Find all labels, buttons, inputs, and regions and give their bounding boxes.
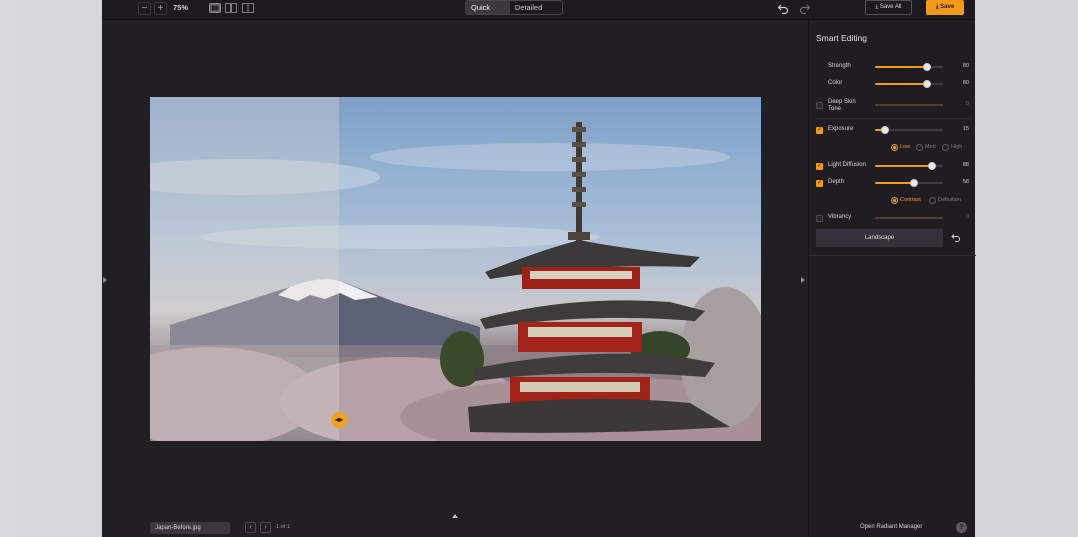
deep-skin-tone-row: Deep Skin Tone 0 [809, 96, 976, 114]
file-name: Japan-Before.jpg [155, 525, 201, 531]
expand-filmstrip-icon[interactable] [452, 514, 458, 518]
exposure-knob[interactable] [881, 126, 889, 134]
split-view-icon[interactable] [242, 3, 254, 13]
exposure-high-radio[interactable]: High [942, 143, 962, 151]
color-label: Color [828, 80, 843, 86]
light-diffusion-row: Light Diffusion 88 [809, 159, 976, 173]
exposure-med-radio[interactable]: Med [916, 143, 936, 151]
tab-detailed-edit[interactable]: Detailed Edit [510, 1, 562, 14]
preset-select[interactable]: Landscape [816, 229, 943, 247]
color-fill [875, 83, 927, 85]
light-diffusion-value: 88 [962, 162, 969, 168]
page-count: 1 of 1 [276, 524, 290, 530]
smart-editing-panel: Smart Editing Strength 80 Color 80 Deep … [808, 20, 976, 537]
file-select[interactable]: Japan-Before.jpg [150, 522, 230, 534]
save-label: Save [940, 4, 955, 10]
left-panel-toggle-icon[interactable] [103, 277, 107, 283]
depth-contrast-radio[interactable]: Contrast [891, 196, 921, 204]
compare-slider-handle[interactable]: ◂▸ [331, 412, 347, 428]
exposure-low-radio[interactable]: Low [891, 143, 910, 151]
strength-slider[interactable] [875, 63, 943, 71]
prev-image-button[interactable]: ‹ [245, 522, 256, 533]
strength-row: Strength 80 [809, 60, 976, 74]
vibrancy-row: Vibrancy 0 [809, 211, 976, 225]
vibrancy-slider[interactable] [875, 217, 943, 219]
strength-label: Strength [828, 63, 851, 69]
vibrancy-fill [875, 217, 943, 219]
light-diffusion-fill [875, 165, 932, 167]
single-view-icon[interactable] [209, 3, 221, 13]
top-toolbar: − + 75% Quick Edit Detailed Edit ⤓ [102, 0, 975, 20]
divider [815, 118, 970, 119]
before-preview-overlay [150, 97, 339, 441]
color-value: 80 [962, 80, 969, 86]
tab-quick-edit[interactable]: Quick Edit [466, 1, 510, 14]
split-arrows-icon: ◂▸ [334, 415, 344, 424]
light-diffusion-checkbox[interactable] [816, 162, 823, 170]
deep-skin-tone-value: 0 [965, 101, 969, 107]
side-by-side-view-icon[interactable] [225, 3, 237, 13]
undo-icon[interactable] [777, 2, 789, 14]
deep-skin-tone-label: Deep Skin Tone [828, 99, 856, 112]
deep-skin-tone-slider[interactable] [875, 104, 943, 106]
vibrancy-checkbox[interactable] [816, 215, 823, 222]
color-slider[interactable] [875, 80, 943, 88]
strength-knob[interactable] [923, 63, 931, 71]
editor-window: − + 75% Quick Edit Detailed Edit ⤓ [102, 0, 976, 537]
exposure-checkbox[interactable] [816, 126, 823, 134]
color-knob[interactable] [923, 80, 931, 88]
reset-icon[interactable] [951, 233, 961, 243]
exposure-options: Low Med High [809, 142, 976, 152]
strength-value: 80 [962, 63, 969, 69]
save-all-button[interactable]: ⤓ Save All [865, 0, 912, 15]
color-row: Color 80 [809, 77, 976, 91]
right-panel-toggle-icon[interactable] [801, 277, 805, 283]
deep-skin-tone-checkbox[interactable] [816, 102, 823, 109]
image-canvas: ◂▸ Japan-Before.jpg ‹ › 1 of 1 [102, 20, 808, 537]
edit-mode-tabs: Quick Edit Detailed Edit [465, 0, 563, 15]
light-diffusion-slider[interactable] [875, 162, 943, 170]
strength-fill [875, 66, 927, 68]
depth-checkbox[interactable] [816, 179, 823, 187]
depth-row: Depth 58 [809, 176, 976, 190]
exposure-slider[interactable] [875, 126, 943, 134]
photo-preview[interactable]: ◂▸ [150, 97, 761, 441]
exposure-value: 15 [962, 126, 969, 132]
save-all-label: Save All [879, 4, 902, 10]
vibrancy-label: Vibrancy [828, 214, 852, 220]
light-diffusion-knob[interactable] [928, 162, 936, 170]
depth-label: Depth [828, 179, 845, 185]
depth-value: 58 [962, 179, 969, 185]
vibrancy-value: 0 [965, 214, 969, 220]
save-button[interactable]: ⤓ Save [926, 0, 964, 15]
depth-definition-radio[interactable]: Definition [929, 196, 961, 204]
open-radiant-manager-link[interactable]: Open Radiant Manager [860, 524, 922, 530]
redo-icon[interactable] [799, 2, 811, 14]
exposure-label: Exposure [828, 126, 854, 132]
zoom-in-button[interactable]: + [154, 2, 167, 15]
depth-fill [875, 182, 914, 184]
depth-slider[interactable] [875, 179, 943, 187]
exposure-row: Exposure 15 [809, 123, 976, 137]
zoom-level[interactable]: 75% [173, 3, 188, 12]
divider [809, 255, 976, 256]
depth-knob[interactable] [910, 179, 918, 187]
zoom-out-button[interactable]: − [138, 2, 151, 15]
next-image-button[interactable]: › [260, 522, 271, 533]
deep-skin-tone-fill [875, 104, 943, 106]
bottom-bar: Japan-Before.jpg ‹ › 1 of 1 [102, 514, 808, 537]
panel-title: Smart Editing [816, 33, 868, 43]
light-diffusion-label: Light Diffusion [828, 162, 866, 168]
help-button[interactable]: ? [956, 522, 967, 533]
depth-options: Contrast Definition [809, 195, 976, 205]
